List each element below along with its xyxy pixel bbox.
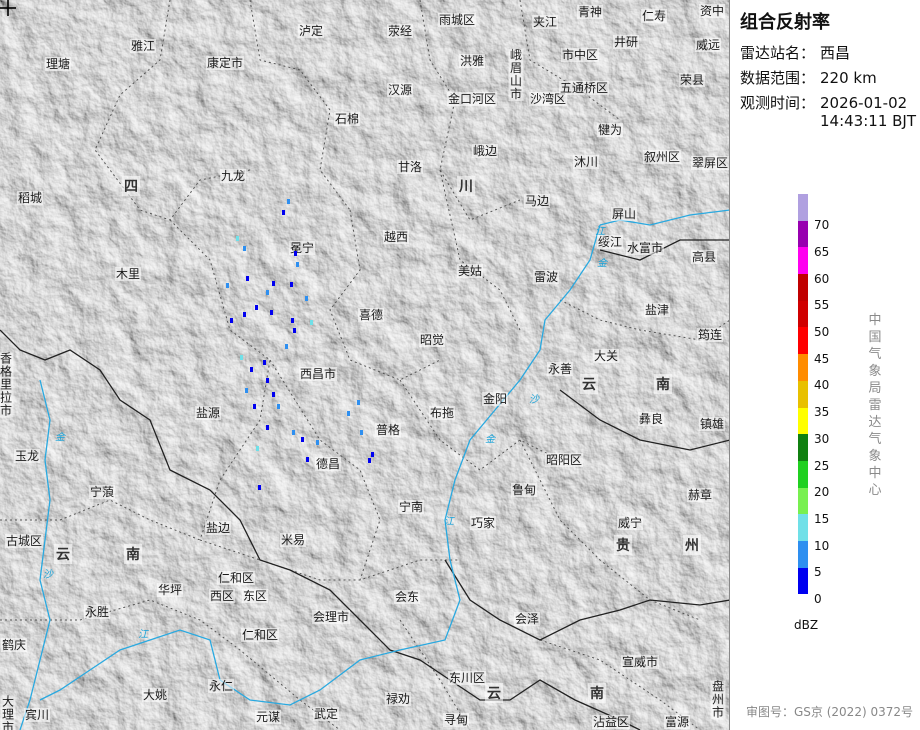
legend-swatch: [798, 327, 808, 355]
legend-tick-label: 45: [814, 351, 830, 366]
echo-pixel: [230, 318, 233, 323]
echo-pixel: [371, 452, 374, 457]
legend-swatch: [798, 247, 808, 275]
station-label: 雷达站名：: [740, 44, 816, 62]
echo-pixel: [316, 440, 319, 445]
echo-pixel: [243, 246, 246, 251]
echo-pixel: [296, 262, 299, 267]
time-label: 观测时间：: [740, 94, 816, 112]
echo-pixel: [240, 355, 243, 360]
legend-swatch: [798, 407, 808, 435]
legend-tick-label: 15: [814, 511, 830, 526]
legend-swatch: [798, 460, 808, 488]
legend-tick-label: 35: [814, 405, 830, 420]
legend-tick-label: 25: [814, 458, 830, 473]
legend-tick-label: 70: [814, 218, 830, 233]
echo-pixel: [226, 283, 229, 288]
legend-tick-label: 55: [814, 298, 830, 313]
legend-swatch: [798, 514, 808, 541]
echo-pixel: [272, 281, 275, 286]
range-label: 数据范围：: [740, 69, 816, 87]
legend-swatch: [798, 380, 808, 408]
legend-swatch: [798, 274, 808, 301]
radar-map[interactable]: 雅江 理塘 康定市 泸定 荥经 雨城区 夹江 青神 仁寿 资中 洪雅 峨眉山市 市中区 井研 威远 汉源 金口河…: [0, 0, 730, 730]
echo-pixel: [285, 344, 288, 349]
station-value: 西昌: [820, 44, 851, 62]
info-panel: 组合反射率 雷达站名： 西昌 数据范围： 220 km 观测时间： 2026-01-0…: [730, 0, 920, 730]
legend-swatch: [798, 194, 808, 221]
legend-unit: dBZ: [794, 618, 819, 632]
legend-tick-label: 50: [814, 325, 830, 339]
legend-tick-label: 65: [814, 244, 830, 259]
map-approval-number: 审图号：GS京 (2022) 0372号: [746, 705, 913, 719]
echo-pixel: [292, 430, 295, 435]
echo-pixel: [245, 388, 248, 393]
legend-tick-label: 20: [814, 485, 830, 500]
legend-swatch: [798, 540, 808, 568]
echo-pixel: [270, 310, 273, 315]
echo-pixel: [306, 457, 309, 462]
echo-pixel: [291, 318, 294, 323]
echo-pixel: [272, 392, 275, 397]
echo-pixel: [290, 282, 293, 287]
echo-pixel: [266, 290, 269, 295]
echo-pixel: [294, 251, 297, 256]
echo-pixel: [243, 312, 246, 317]
echo-pixel: [368, 458, 371, 463]
range-info: 数据范围： 220 km: [740, 67, 877, 88]
station-info: 雷达站名： 西昌: [740, 42, 850, 63]
echo-pixel: [258, 485, 261, 490]
product-title: 组合反射率: [740, 12, 830, 33]
legend-swatch: [798, 434, 808, 461]
radar-station-marker: [0, 0, 16, 16]
legend-tick-label: 5: [814, 565, 822, 580]
echo-pixel: [236, 236, 239, 241]
radar-echoes: [226, 199, 374, 490]
legend-tick-label: 30: [814, 431, 830, 446]
legend-swatch: [798, 220, 808, 248]
color-legend: [798, 194, 808, 595]
echo-pixel: [282, 210, 285, 215]
echo-pixel: [250, 367, 253, 372]
echo-pixel: [255, 305, 258, 310]
echo-pixel: [357, 400, 360, 405]
echo-pixel: [293, 328, 296, 333]
legend-tick-label: 40: [814, 378, 830, 393]
echo-pixel: [256, 446, 259, 451]
echo-pixel: [310, 320, 313, 325]
echo-pixel: [347, 411, 350, 416]
legend-swatch: [798, 487, 808, 515]
time-clock: 14:43:11 BJT: [820, 112, 917, 130]
range-value: 220 km: [820, 69, 877, 87]
org-label: 中国气象局雷达气象中心: [868, 313, 882, 498]
legend-tick-label: 10: [814, 538, 830, 553]
legend-swatch: [798, 567, 808, 595]
echo-pixel: [266, 378, 269, 383]
time-info: 观测时间： 2026-01-02: [740, 92, 907, 113]
legend-tick-label: 0: [814, 592, 822, 606]
echo-pixel: [277, 404, 280, 409]
echo-pixel: [360, 430, 363, 435]
echo-pixel: [253, 404, 256, 409]
echo-pixel: [266, 425, 269, 430]
echo-pixel: [246, 276, 249, 281]
time-date: 2026-01-02: [820, 94, 908, 112]
legend-swatch: [798, 300, 808, 328]
echo-pixel: [263, 360, 266, 365]
legend-swatch: [798, 354, 808, 381]
legend-tick-label: 60: [814, 271, 830, 286]
echo-pixel: [305, 296, 308, 301]
echo-pixel: [287, 199, 290, 204]
echo-pixel: [301, 437, 304, 442]
